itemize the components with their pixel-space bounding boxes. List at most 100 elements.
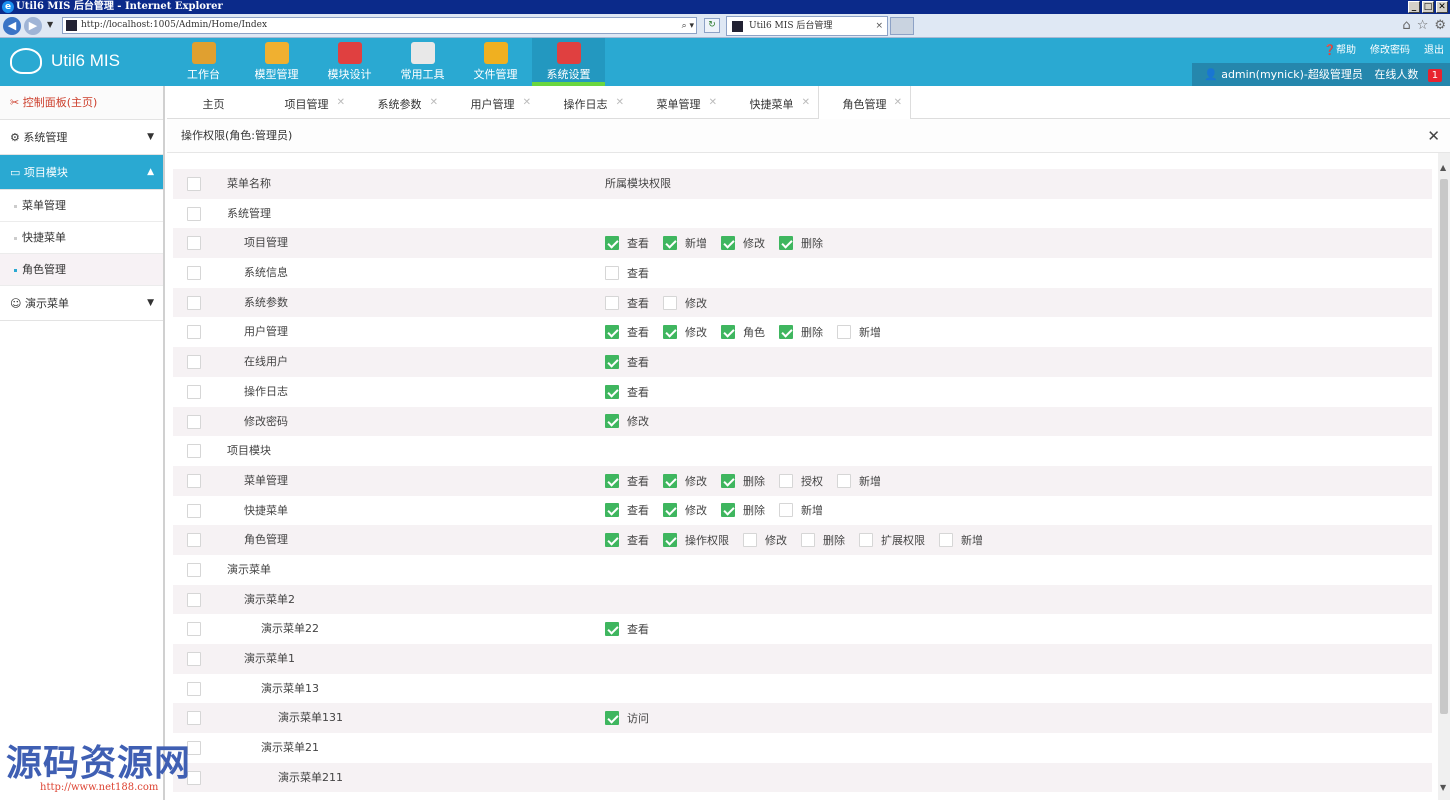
checkbox[interactable] [605, 533, 619, 548]
tab-item[interactable]: 系统参数 ✕ [353, 86, 446, 119]
close-window-icon[interactable]: ✕ [1436, 1, 1448, 13]
user-name[interactable]: admin(mynick)-超级管理员 [1221, 68, 1363, 81]
checkbox[interactable] [187, 206, 201, 221]
settings-gear-icon[interactable]: ⚙ [1434, 18, 1446, 33]
checkbox[interactable] [605, 711, 619, 726]
perm-item[interactable]: 修改 [721, 235, 765, 251]
brand-logo[interactable]: Util6 MIS [10, 48, 120, 74]
logout-link[interactable]: 退出 [1424, 41, 1444, 56]
perm-item[interactable]: 删除 [779, 324, 823, 340]
checkbox[interactable] [663, 325, 677, 340]
perm-item[interactable]: 新增 [939, 532, 983, 548]
checkbox[interactable] [779, 236, 793, 251]
checkbox[interactable] [779, 503, 793, 518]
top-nav-item[interactable]: 常用工具 [386, 38, 459, 86]
perm-item[interactable]: 查看 [605, 621, 649, 637]
checkbox[interactable] [187, 444, 201, 459]
history-dropdown-icon[interactable]: ▼ [47, 20, 53, 29]
perm-item[interactable]: 新增 [663, 235, 707, 251]
perm-item[interactable]: 查看 [605, 532, 649, 548]
perm-item[interactable]: 修改 [663, 324, 707, 340]
perm-item[interactable]: 查看 [605, 295, 649, 311]
checkbox[interactable] [187, 652, 201, 666]
perm-item[interactable]: 查看 [605, 265, 649, 281]
perm-item[interactable]: 授权 [779, 473, 823, 489]
help-link[interactable]: ❓帮助 [1324, 41, 1356, 56]
checkbox[interactable] [605, 503, 619, 518]
perm-item[interactable]: 新增 [837, 324, 881, 340]
checkbox[interactable] [605, 325, 619, 340]
checkbox[interactable] [187, 592, 201, 607]
select-all-checkbox[interactable] [187, 177, 201, 191]
top-nav-item[interactable]: 模型管理 [240, 38, 313, 86]
checkbox[interactable] [605, 295, 619, 310]
checkbox[interactable] [721, 473, 735, 488]
refresh-icon[interactable]: ↻ [704, 18, 720, 33]
checkbox[interactable] [721, 325, 735, 340]
tab-item[interactable]: 用户管理 ✕ [446, 86, 539, 119]
perm-item[interactable]: 查看 [605, 473, 649, 489]
perm-item[interactable]: 查看 [605, 324, 649, 340]
tab-close-icon[interactable]: ✕ [709, 84, 717, 122]
top-nav-item[interactable]: 工作台 [167, 38, 240, 86]
tab-item[interactable]: 菜单管理 ✕ [632, 86, 725, 119]
perm-item[interactable]: 扩展权限 [859, 532, 925, 548]
checkbox[interactable] [187, 414, 201, 429]
perm-item[interactable]: 新增 [779, 502, 823, 518]
checkbox[interactable] [605, 384, 619, 399]
close-icon[interactable]: ✕ [1427, 119, 1440, 153]
tab-item[interactable]: 项目管理 ✕ [260, 86, 353, 119]
favorites-star-icon[interactable]: ☆ [1417, 18, 1429, 33]
tab-item[interactable]: 操作日志 ✕ [539, 86, 632, 119]
checkbox[interactable] [187, 473, 201, 488]
forward-icon[interactable]: ▶ [24, 17, 42, 35]
perm-item[interactable]: 查看 [605, 235, 649, 251]
tab-item[interactable]: 快捷菜单 ✕ [725, 86, 818, 119]
checkbox[interactable] [663, 473, 677, 488]
top-nav-item[interactable]: 系统设置 [532, 38, 605, 86]
checkbox[interactable] [187, 533, 201, 548]
checkbox[interactable] [187, 711, 201, 726]
checkbox[interactable] [837, 473, 851, 488]
sidebar-group-system[interactable]: ⚙ 系统管理 ▼ [0, 120, 163, 155]
checkbox[interactable] [605, 354, 619, 369]
perm-item[interactable]: 角色 [721, 324, 765, 340]
sidebar-item-menu-manage[interactable]: 菜单管理 [0, 190, 163, 222]
perm-item[interactable]: 删除 [721, 502, 765, 518]
checkbox[interactable] [187, 295, 201, 310]
perm-item[interactable]: 修改 [605, 413, 649, 429]
perm-item[interactable]: 修改 [663, 473, 707, 489]
checkbox[interactable] [721, 236, 735, 251]
online-count-badge[interactable]: 1 [1427, 69, 1442, 82]
change-password-link[interactable]: 修改密码 [1370, 41, 1410, 56]
perm-item[interactable]: 查看 [605, 354, 649, 370]
checkbox[interactable] [801, 533, 815, 548]
perm-item[interactable]: 访问 [605, 710, 649, 726]
checkbox[interactable] [187, 503, 201, 518]
sidebar-home[interactable]: ✂ 控制面板(主页) [0, 86, 163, 120]
checkbox[interactable] [187, 355, 201, 370]
perm-item[interactable]: 操作权限 [663, 532, 729, 548]
tab-close-icon[interactable]: ✕ [802, 84, 810, 122]
checkbox[interactable] [743, 533, 757, 548]
tab-close-icon[interactable]: ✕ [430, 84, 438, 122]
checkbox[interactable] [187, 562, 201, 577]
perm-item[interactable]: 删除 [801, 532, 845, 548]
back-icon[interactable]: ◀ [3, 17, 21, 35]
perm-item[interactable]: 查看 [605, 502, 649, 518]
checkbox[interactable] [859, 533, 873, 548]
perm-item[interactable]: 删除 [721, 473, 765, 489]
checkbox[interactable] [663, 295, 677, 310]
checkbox[interactable] [779, 325, 793, 340]
top-nav-item[interactable]: 文件管理 [459, 38, 532, 86]
sidebar-item-role-manage[interactable]: 角色管理 [0, 254, 163, 286]
checkbox[interactable] [187, 325, 201, 340]
tab-item[interactable]: 主页 [167, 86, 260, 119]
checkbox[interactable] [187, 266, 201, 281]
checkbox[interactable] [187, 384, 201, 399]
checkbox[interactable] [663, 503, 677, 518]
tab-close-icon[interactable]: ✕ [337, 84, 345, 122]
checkbox[interactable] [837, 325, 851, 340]
perm-item[interactable]: 新增 [837, 473, 881, 489]
top-nav-item[interactable]: 模块设计 [313, 38, 386, 86]
